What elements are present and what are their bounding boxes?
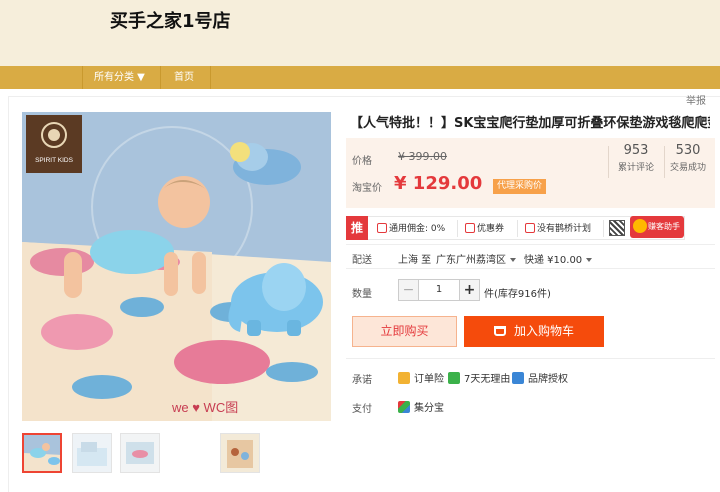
chart-icon — [525, 223, 535, 233]
payment-label: 支付 — [352, 404, 372, 415]
assistant-label: 赚客助手 — [648, 222, 680, 231]
row-divider — [346, 244, 715, 245]
brand-auth-text: 品牌授权 — [528, 374, 568, 385]
reviews-label: 累计评论 — [617, 163, 654, 173]
recommend-badge: 推 — [346, 216, 368, 240]
insurance-icon — [398, 372, 410, 384]
purchase-price-badge: 代理采购价 — [493, 179, 547, 194]
sales-count: 530 — [675, 143, 701, 158]
shipping-method-selector[interactable]: 快递 ¥10.00 — [524, 251, 593, 266]
report-link[interactable]: 举报 — [686, 92, 706, 107]
shipping-label: 配送 — [352, 255, 372, 266]
jifenbao-icon — [398, 401, 410, 413]
plan-text: 没有鹊桥计划 — [537, 224, 592, 234]
qr-code-icon[interactable] — [609, 220, 625, 236]
seven-day-icon — [448, 372, 460, 384]
product-main-image[interactable]: SPIRIT KIDS we ♥ WC图 — [22, 112, 331, 421]
commission-icon — [377, 223, 387, 233]
reviews-stat[interactable]: 953 累计评论 — [606, 143, 666, 173]
product-photo: SPIRIT KIDS we ♥ WC图 — [22, 112, 331, 421]
quantity-decrease-button[interactable]: − — [399, 280, 419, 300]
cart-icon — [493, 326, 506, 336]
promo-divider — [457, 220, 458, 237]
thumbnail-2[interactable] — [72, 433, 112, 473]
sales-label: 交易成功 — [669, 163, 706, 173]
nav-divider — [160, 66, 161, 89]
taobao-price-label: 淘宝价 — [352, 183, 382, 194]
promo-divider — [517, 220, 518, 237]
jifenbao-text: 集分宝 — [414, 403, 444, 414]
shop-header: 买手之家1号店 — [0, 0, 720, 66]
nav-home[interactable]: 首页 — [174, 66, 194, 89]
ship-to-selector[interactable]: 广东广州荔湾区 — [436, 251, 516, 266]
sales-stat: 530 交易成功 — [658, 143, 718, 173]
nav-divider — [210, 66, 211, 89]
thumbnail-4[interactable] — [220, 433, 260, 473]
taobao-price: ¥ 129.00 — [394, 173, 483, 194]
brand-logo-text: SPIRIT KIDS — [35, 157, 73, 164]
quantity-stepper: − 1 + — [398, 279, 480, 301]
add-to-cart-label: 加入购物车 — [513, 324, 574, 338]
shop-name[interactable]: 买手之家1号店 — [110, 7, 231, 33]
insurance-text: 订单险 — [414, 374, 444, 385]
ship-to-text: 广东广州荔湾区 — [436, 255, 506, 266]
row-divider — [346, 268, 715, 269]
row-divider — [346, 358, 715, 359]
quantity-label: 数量 — [352, 289, 372, 300]
promise-brand-auth[interactable]: 品牌授权 — [512, 370, 568, 385]
product-title: 【人气特批！！】SK宝宝爬行垫加厚可折叠环保垫游戏毯爬爬垫 — [350, 116, 710, 131]
original-price-label: 价格 — [352, 156, 372, 167]
nav-divider — [82, 66, 83, 89]
promise-insurance[interactable]: 订单险 — [398, 370, 444, 385]
coupon-icon — [465, 223, 475, 233]
thumbnail-3[interactable] — [120, 433, 160, 473]
ship-from: 上海 至 — [398, 255, 432, 266]
chevron-down-icon — [510, 258, 516, 262]
add-to-cart-button[interactable]: 加入购物车 — [464, 316, 604, 347]
coupon-item[interactable]: 优惠券 — [465, 221, 504, 234]
promise-label: 承诺 — [352, 375, 372, 386]
mat-caption-text: we ♥ WC图 — [171, 400, 238, 415]
payment-jifenbao[interactable]: 集分宝 — [398, 399, 444, 414]
commission-item[interactable]: 通用佣金: 0% — [377, 221, 445, 234]
commission-text: 通用佣金: 0% — [389, 224, 446, 234]
brand-auth-icon — [512, 372, 524, 384]
original-price: ¥ 399.00 — [398, 150, 447, 163]
price-panel: 价格 ¥ 399.00 淘宝价 ¥ 129.00 代理采购价 953 累计评论 … — [346, 138, 715, 208]
buy-now-button[interactable]: 立即购买 — [352, 316, 457, 347]
nav-all-categories[interactable]: 所有分类 ▼ — [94, 66, 145, 89]
quantity-increase-button[interactable]: + — [459, 280, 479, 300]
shipping-method-text: 快递 ¥10.00 — [524, 255, 583, 266]
promo-divider — [603, 220, 604, 237]
plan-item[interactable]: 没有鹊桥计划 — [525, 221, 591, 234]
thumbnail-1[interactable] — [22, 433, 62, 473]
quantity-input[interactable]: 1 — [419, 280, 459, 300]
promise-7day-return[interactable]: 7天无理由 — [448, 370, 510, 385]
seven-day-text: 7天无理由 — [464, 374, 511, 385]
reviews-count: 953 — [623, 143, 649, 158]
chevron-down-icon — [586, 258, 593, 262]
coupon-text: 优惠券 — [477, 224, 505, 234]
stock-info: 件(库存916件) — [484, 289, 551, 300]
zhuanke-assistant-button[interactable]: 赚客助手 — [630, 216, 684, 238]
coin-icon — [633, 219, 647, 233]
shop-nav-bar: 所有分类 ▼ 首页 — [0, 66, 720, 89]
